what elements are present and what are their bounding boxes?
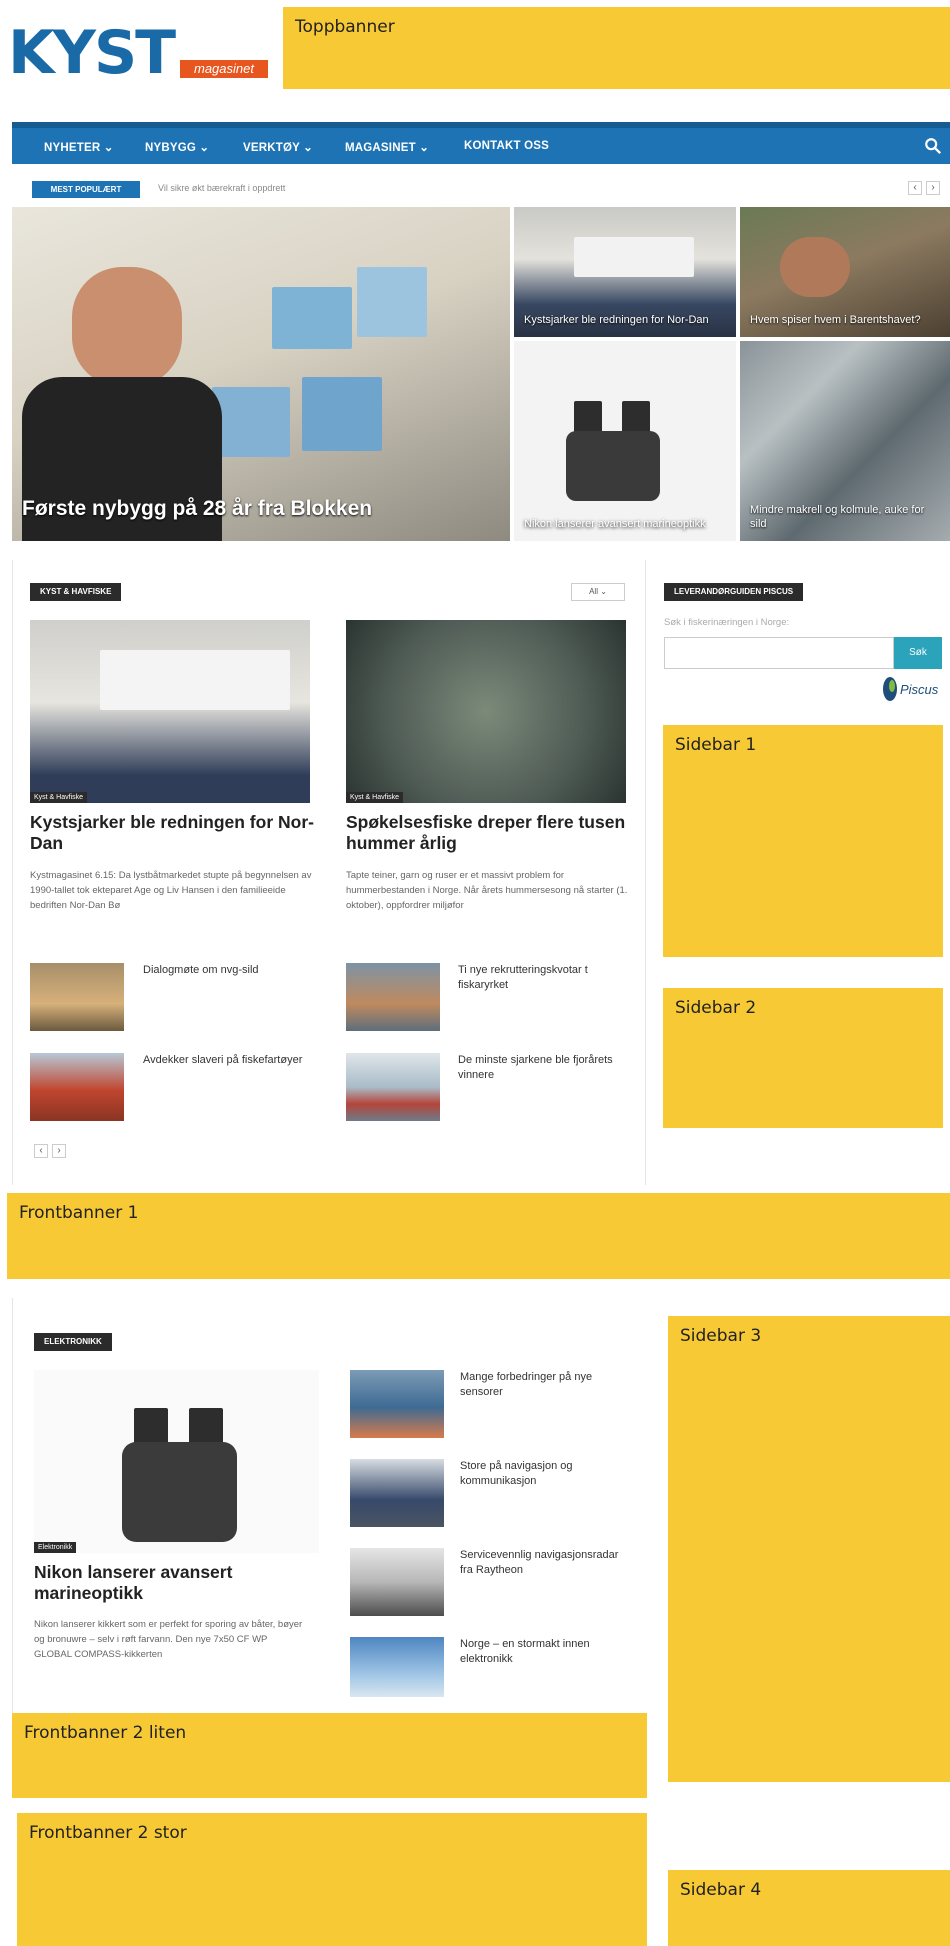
- ad-front-banner-2-big-label: Frontbanner 2 stor: [29, 1823, 187, 1843]
- section-label-kyst: KYST & HAVFISKE: [30, 583, 122, 601]
- ad-sidebar-4-label: Sidebar 4: [680, 1880, 762, 1900]
- thumb-kyst-1[interactable]: [30, 963, 124, 1031]
- ad-sidebar-1[interactable]: Sidebar 1: [663, 725, 943, 957]
- piscus-prompt: Søk i fiskerinæringen i Norge:: [664, 617, 790, 628]
- nav-item-magasinet[interactable]: MAGASINET ⌄: [345, 140, 429, 154]
- boat-image: [100, 650, 290, 710]
- hero-tile-4-title: Mindre makrell og kolmule, auke for sild: [750, 504, 925, 530]
- scientist-image: [780, 237, 850, 297]
- piscus-logo[interactable]: Piscus: [878, 674, 944, 704]
- piscus-search-input[interactable]: [664, 637, 894, 669]
- small-title-elektronikk-2[interactable]: Store på navigasjon og kommunikasjon: [460, 1459, 630, 1489]
- ticker-next-button[interactable]: ›: [926, 181, 940, 195]
- small-title-kyst-4[interactable]: De minste sjarkene ble fjorårets vinnere: [458, 1053, 630, 1083]
- logo-brand: KYST: [8, 18, 176, 88]
- small-title-kyst-3[interactable]: Avdekker slaveri på fiskefartøyer: [143, 1053, 318, 1068]
- ticker-bar: MEST POPULÆRT Vil sikre økt bærekraft i …: [12, 173, 950, 203]
- piscus-search-button[interactable]: Søk: [894, 637, 942, 669]
- thumb-elektronikk-3[interactable]: [350, 1548, 444, 1616]
- ad-sidebar-2[interactable]: Sidebar 2: [663, 988, 943, 1128]
- filter-dropdown[interactable]: All ⌄: [571, 583, 625, 601]
- article-excerpt-kyst-2: Tapte teiner, garn og ruser er et massiv…: [346, 870, 628, 911]
- article-title-kyst-2[interactable]: Spøkelsesfiske dreper flere tusen hummer…: [346, 812, 631, 854]
- ad-front-banner-1-label: Frontbanner 1: [19, 1203, 139, 1223]
- ad-sidebar-1-label: Sidebar 1: [675, 735, 757, 755]
- thumb-kyst-4[interactable]: [346, 1053, 440, 1121]
- hero-tile-3-title: Nikon lanserer avansert marineoptikk: [524, 518, 706, 530]
- article-image-kyst-2[interactable]: Kyst & Havfiske: [346, 620, 626, 803]
- nav-item-verktoy[interactable]: VERKTØY ⌄: [243, 140, 313, 154]
- article-image-elektronikk[interactable]: Elektronikk: [34, 1370, 319, 1553]
- ad-front-banner-2-small[interactable]: Frontbanner 2 liten: [12, 1713, 647, 1798]
- ad-sidebar-3[interactable]: Sidebar 3: [668, 1316, 950, 1782]
- ad-sidebar-4[interactable]: Sidebar 4: [668, 1870, 950, 1946]
- small-title-elektronikk-3[interactable]: Servicevennlig navigasjonsradar fra Rayt…: [460, 1548, 630, 1578]
- ad-front-banner-2-big[interactable]: Frontbanner 2 stor: [17, 1813, 647, 1946]
- kyst-next-button[interactable]: ›: [52, 1144, 66, 1158]
- logo-subtitle: magasinet: [180, 60, 268, 78]
- hero-tile-3[interactable]: Nikon lanserer avansert marineoptikk: [514, 341, 736, 541]
- thumb-elektronikk-4[interactable]: [350, 1637, 444, 1697]
- person-image: [72, 267, 182, 387]
- section-label-elektronikk: ELEKTRONIKK: [34, 1333, 112, 1351]
- thumb-kyst-2[interactable]: [346, 963, 440, 1031]
- column-divider: [645, 560, 646, 1185]
- site-logo[interactable]: KYST magasinet: [8, 18, 270, 88]
- hero-tile-2[interactable]: Hvem spiser hvem i Barentshavet?: [740, 207, 950, 337]
- fish-icon: [883, 677, 897, 701]
- article-image-kyst-1[interactable]: Kyst & Havfiske: [30, 620, 310, 803]
- hero-tile-2-title: Hvem spiser hvem i Barentshavet?: [750, 314, 921, 326]
- thumb-elektronikk-2[interactable]: [350, 1459, 444, 1527]
- hero-tile-4[interactable]: Mindre makrell og kolmule, auke for sild: [740, 341, 950, 541]
- nav-item-nyheter[interactable]: NYHETER ⌄: [44, 140, 114, 154]
- category-tag[interactable]: Elektronikk: [34, 1542, 77, 1553]
- ticker-prev-button[interactable]: ‹: [908, 181, 922, 195]
- binoculars-image: [566, 431, 660, 501]
- poster-image: [212, 387, 290, 457]
- article-excerpt-kyst-1: Kystmagasinet 6.15: Da lystbåtmarkedet s…: [30, 870, 312, 911]
- hero-tile-1[interactable]: Kystsjarker ble redningen for Nor-Dan: [514, 207, 736, 337]
- poster-image: [357, 267, 427, 337]
- ad-sidebar-3-label: Sidebar 3: [680, 1326, 762, 1346]
- ad-top-banner[interactable]: Toppbanner: [283, 7, 950, 89]
- hero-main-title: Første nybygg på 28 år fra Blokken: [22, 497, 373, 520]
- thumb-elektronikk-1[interactable]: [350, 1370, 444, 1438]
- small-title-kyst-2[interactable]: Ti nye rekrutteringskvotar t fiskaryrket: [458, 963, 630, 993]
- ticker-badge: MEST POPULÆRT: [32, 181, 140, 198]
- poster-image: [272, 287, 352, 349]
- hero-tile-1-title: Kystsjarker ble redningen for Nor-Dan: [524, 314, 709, 326]
- nav-item-nybygg[interactable]: NYBYGG ⌄: [145, 140, 209, 154]
- nav-item-kontakt[interactable]: KONTAKT OSS: [464, 140, 549, 152]
- ad-front-banner-1[interactable]: Frontbanner 1: [7, 1193, 950, 1279]
- ad-top-label: Toppbanner: [295, 17, 395, 37]
- category-tag[interactable]: Kyst & Havfiske: [346, 792, 404, 803]
- thumb-kyst-3[interactable]: [30, 1053, 124, 1121]
- section-label-piscus: LEVERANDØRGUIDEN PISCUS: [664, 583, 804, 601]
- small-title-elektronikk-4[interactable]: Norge – en stormakt innen elektronikk: [460, 1637, 630, 1667]
- hero-main-article[interactable]: Første nybygg på 28 år fra Blokken: [12, 207, 510, 541]
- boat-image: [574, 237, 694, 277]
- ticker-headline[interactable]: Vil sikre økt bærekraft i oppdrett: [158, 183, 285, 193]
- binoculars-image: [122, 1442, 237, 1542]
- piscus-logo-text: Piscus: [900, 682, 939, 697]
- ad-front-banner-2-small-label: Frontbanner 2 liten: [24, 1723, 187, 1743]
- article-title-elektronikk[interactable]: Nikon lanserer avansert marineoptikk: [34, 1562, 304, 1604]
- small-title-kyst-1[interactable]: Dialogmøte om nvg-sild: [143, 963, 318, 978]
- main-nav: NYHETER ⌄ NYBYGG ⌄ VERKTØY ⌄ MAGASINET ⌄…: [12, 122, 950, 164]
- column-divider: [12, 560, 13, 1185]
- search-icon[interactable]: [924, 137, 942, 155]
- article-title-kyst-1[interactable]: Kystsjarker ble redningen for Nor-Dan: [30, 812, 315, 854]
- category-tag[interactable]: Kyst & Havfiske: [30, 792, 88, 803]
- article-excerpt-elektronikk: Nikon lanserer kikkert som er perfekt fo…: [34, 1619, 303, 1660]
- small-title-elektronikk-1[interactable]: Mange forbedringer på nye sensorer: [460, 1370, 630, 1400]
- ad-sidebar-2-label: Sidebar 2: [675, 998, 757, 1018]
- poster-image: [302, 377, 382, 451]
- kyst-prev-button[interactable]: ‹: [34, 1144, 48, 1158]
